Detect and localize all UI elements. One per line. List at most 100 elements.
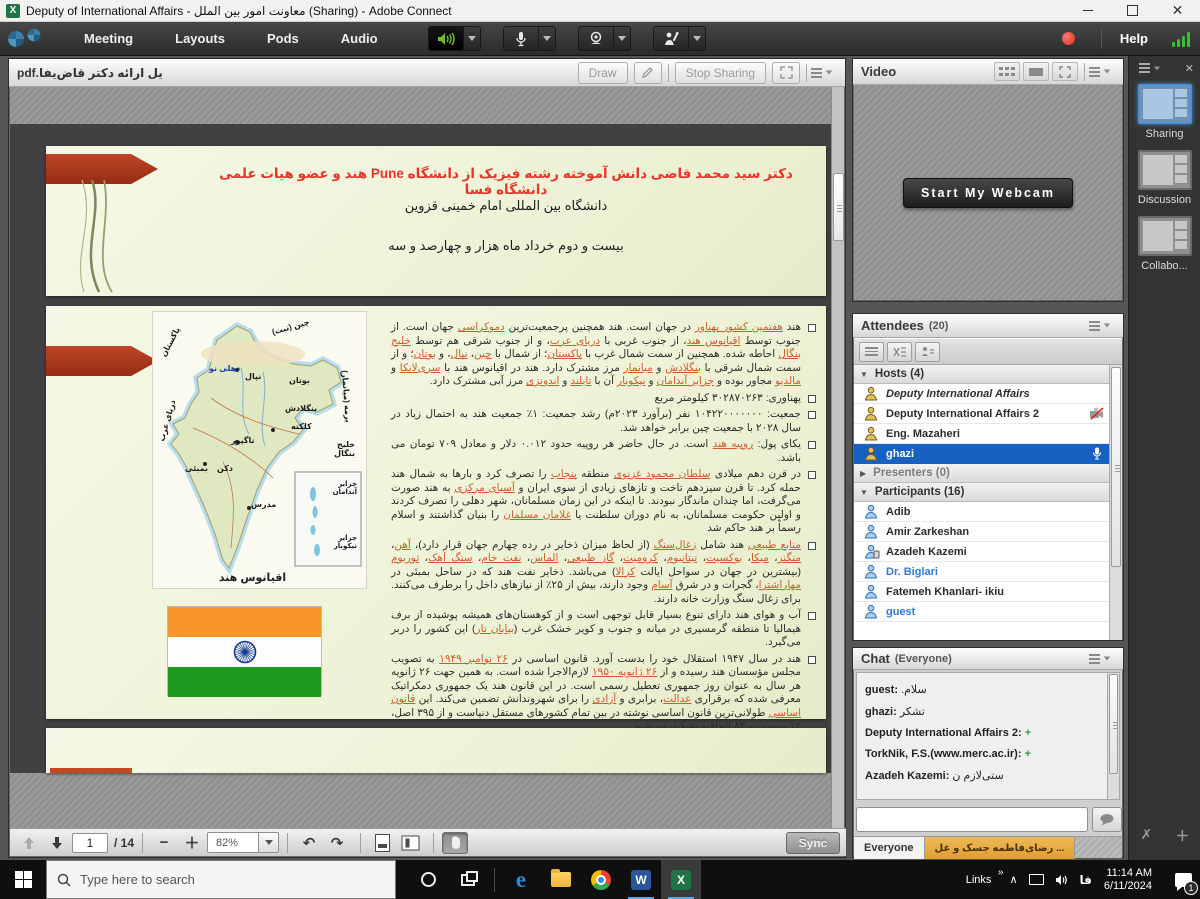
- video-fullscreen-icon[interactable]: [1052, 62, 1078, 81]
- file-explorer-icon[interactable]: [541, 860, 581, 899]
- word-icon[interactable]: W: [621, 860, 661, 899]
- chat-scrollbar[interactable]: [1107, 672, 1120, 800]
- hidden-icons-chevron[interactable]: ∧: [1009, 873, 1017, 886]
- zoom-out-button[interactable]: −: [151, 832, 177, 854]
- attendee-row[interactable]: Fatemeh Khanlari- ikiu: [854, 582, 1110, 602]
- slide-bullet: منابع طبیعی هند شامل زغال‌سنگ (از لحاظ م…: [391, 539, 816, 607]
- menu-pods[interactable]: Pods: [253, 23, 313, 54]
- attendee-group-host[interactable]: ▼Hosts (4): [854, 365, 1110, 384]
- zoom-in-button[interactable]: ＋: [179, 832, 205, 854]
- microphone-icon[interactable]: [503, 26, 539, 51]
- taskbar-search[interactable]: Type here to search: [46, 860, 396, 899]
- chat-scrollbar-thumb[interactable]: [1109, 674, 1118, 774]
- document-scrollbar[interactable]: [831, 87, 844, 831]
- chat-message: TorkNik, F.S.(www.merc.ac.ir): +: [865, 748, 1099, 760]
- raise-hand-icon[interactable]: [653, 26, 689, 51]
- chat-input[interactable]: [856, 807, 1088, 832]
- action-center-icon[interactable]: 1: [1166, 860, 1200, 899]
- attendee-row[interactable]: ghazi: [854, 444, 1110, 464]
- webcam-icon[interactable]: [578, 26, 614, 51]
- volume-icon[interactable]: [1055, 874, 1069, 886]
- chrome-icon[interactable]: [581, 860, 621, 899]
- chat-tab[interactable]: ... رضای‌فاطمه جسک و غل: [925, 837, 1076, 859]
- participant-icon: [864, 544, 880, 559]
- pencil-icon[interactable]: [634, 62, 662, 84]
- minimize-button[interactable]: [1065, 0, 1110, 22]
- pod-menu-icon[interactable]: [1085, 651, 1115, 667]
- recording-indicator-icon: [1062, 32, 1075, 45]
- attendee-row[interactable]: Amir Zarkeshan: [854, 522, 1110, 542]
- attendee-name: Fatemeh Khanlari- ikiu: [886, 586, 1004, 598]
- raise-hand-dropdown[interactable]: [689, 26, 706, 51]
- next-page-button[interactable]: [44, 832, 70, 854]
- network-icon[interactable]: [1029, 874, 1044, 885]
- attendee-row[interactable]: Deputy International Affairs 2: [854, 404, 1110, 424]
- menu-audio[interactable]: Audio: [327, 23, 392, 54]
- attendee-group-presenter[interactable]: ▶Presenters (0): [854, 464, 1110, 483]
- zoom-dropdown-icon[interactable]: [259, 832, 279, 853]
- pdf-page-2: پاکستانچین (تبت)نپالبوتانبرمه (میانمار)ب…: [46, 306, 826, 719]
- language-indicator[interactable]: فا: [1080, 873, 1092, 887]
- hand-tool-button[interactable]: [442, 832, 468, 854]
- send-message-icon[interactable]: [1092, 807, 1122, 832]
- rotate-left-icon[interactable]: ↶: [296, 832, 322, 854]
- attendee-row[interactable]: Eng. Mazaheri: [854, 424, 1110, 444]
- restore-button[interactable]: [1110, 0, 1155, 22]
- filmstrip-view-icon[interactable]: [1023, 62, 1049, 81]
- edge-icon[interactable]: e: [501, 860, 541, 899]
- video-pod-title: Video: [861, 64, 896, 79]
- layouts-menu-icon[interactable]: [1135, 60, 1165, 76]
- grid-view-icon[interactable]: [994, 62, 1020, 81]
- webcam-dropdown[interactable]: [614, 26, 631, 51]
- close-button[interactable]: ✕: [1155, 0, 1200, 22]
- menu-meeting[interactable]: Meeting: [70, 23, 147, 54]
- page-number-input[interactable]: [72, 833, 108, 853]
- connection-signal-icon[interactable]: [1170, 31, 1190, 47]
- layout-tools-icon[interactable]: ✗: [1141, 826, 1153, 846]
- attendee-row[interactable]: Azadeh Kazemi: [854, 542, 1110, 562]
- attendee-row[interactable]: Deputy International Affairs: [854, 384, 1110, 404]
- fit-width-icon[interactable]: [397, 832, 423, 854]
- excel-icon[interactable]: X: [661, 860, 701, 899]
- breakout-view-icon[interactable]: [887, 342, 912, 362]
- clock[interactable]: 11:14 AM 6/11/2024: [1104, 867, 1152, 893]
- previous-page-button[interactable]: [16, 832, 42, 854]
- microphone-dropdown[interactable]: [539, 26, 556, 51]
- rotate-right-icon[interactable]: ↷: [324, 832, 350, 854]
- fit-page-icon[interactable]: [369, 832, 395, 854]
- layout-sharing[interactable]: Sharing: [1136, 84, 1194, 140]
- attendee-row[interactable]: guest: [854, 602, 1110, 622]
- attendees-scrollbar[interactable]: [1109, 365, 1122, 640]
- stop-sharing-button[interactable]: Stop Sharing: [675, 62, 766, 84]
- links-toolbar[interactable]: Links»: [966, 874, 992, 886]
- start-webcam-button[interactable]: Start My Webcam: [903, 178, 1073, 208]
- sync-button[interactable]: Sync: [786, 832, 840, 854]
- attendees-scrollbar-thumb[interactable]: [1111, 367, 1121, 567]
- attendee-status-view-icon[interactable]: [915, 342, 940, 362]
- map-label: بمبئی: [185, 464, 208, 473]
- attendee-list-view-icon[interactable]: [859, 342, 884, 362]
- layouts-close-icon[interactable]: ✕: [1185, 62, 1194, 75]
- pod-menu-icon[interactable]: [807, 65, 837, 81]
- cortana-icon[interactable]: [408, 860, 448, 899]
- pod-menu-icon[interactable]: [1085, 64, 1115, 80]
- fullscreen-icon[interactable]: [772, 62, 800, 84]
- attendee-row[interactable]: Dr. Biglari: [854, 562, 1110, 582]
- speaker-icon[interactable]: [428, 26, 464, 51]
- start-button[interactable]: [0, 860, 46, 899]
- zoom-select[interactable]: 82%: [207, 832, 279, 853]
- task-view-icon[interactable]: [448, 860, 488, 899]
- menu-layouts[interactable]: Layouts: [161, 23, 239, 54]
- document-scrollbar-thumb[interactable]: [833, 173, 844, 241]
- pod-menu-icon[interactable]: [1085, 318, 1115, 334]
- webcam-control: [578, 26, 631, 51]
- attendee-row[interactable]: Adib: [854, 502, 1110, 522]
- help-menu[interactable]: Help: [1120, 31, 1148, 46]
- draw-button[interactable]: Draw: [578, 62, 628, 84]
- layout-discussion[interactable]: Discussion: [1136, 150, 1194, 206]
- layout-collabo[interactable]: Collabo...: [1136, 216, 1194, 272]
- attendee-group-participant[interactable]: ▼Participants (16): [854, 483, 1110, 502]
- add-layout-icon[interactable]: ＋: [1175, 826, 1189, 846]
- chat-tab[interactable]: Everyone: [854, 837, 925, 859]
- speaker-dropdown[interactable]: [464, 26, 481, 51]
